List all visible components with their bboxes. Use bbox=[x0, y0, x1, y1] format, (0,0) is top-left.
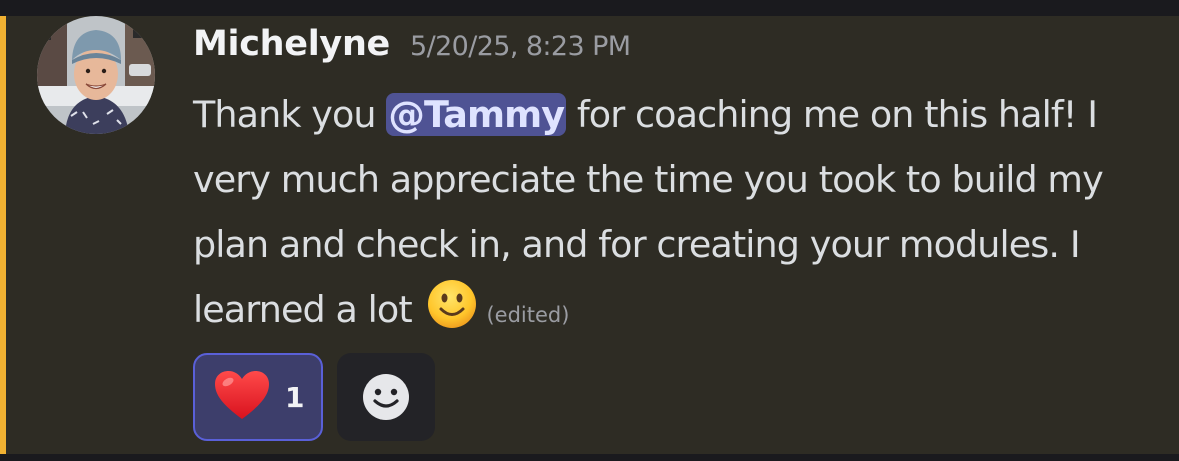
chat-message: Michelyne 5/20/25, 8:23 PM Thank you @Tam… bbox=[0, 16, 1179, 454]
reactions-bar: 1 bbox=[193, 353, 435, 441]
message-text: Thank you bbox=[193, 93, 387, 136]
avatar[interactable] bbox=[37, 16, 155, 134]
reaction-count: 1 bbox=[285, 380, 305, 414]
heart-emoji-icon bbox=[213, 369, 271, 425]
add-reaction-button[interactable] bbox=[337, 353, 435, 441]
user-mention[interactable]: @Tammy bbox=[386, 93, 567, 136]
mention-highlight-bar bbox=[0, 16, 6, 454]
edited-label: (edited) bbox=[486, 303, 570, 327]
message-header: Michelyne 5/20/25, 8:23 PM bbox=[193, 24, 631, 64]
reaction-heart[interactable]: 1 bbox=[193, 353, 323, 441]
author-name[interactable]: Michelyne bbox=[193, 24, 390, 64]
add-reaction-smiley-icon bbox=[363, 374, 409, 420]
message-timestamp: 5/20/25, 8:23 PM bbox=[410, 31, 631, 62]
message-content: Thank you @Tammy for coaching me on this… bbox=[193, 82, 1153, 348]
user-avatar-photo-icon bbox=[37, 16, 155, 134]
slightly-smiling-face-emoji-icon bbox=[426, 278, 478, 330]
